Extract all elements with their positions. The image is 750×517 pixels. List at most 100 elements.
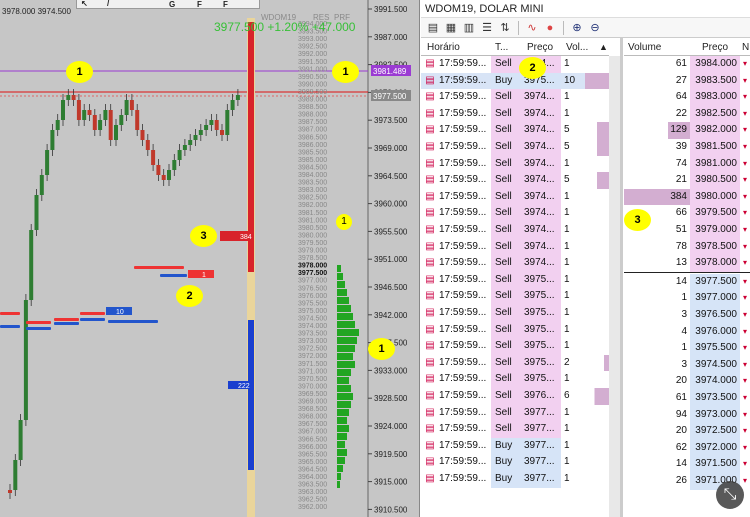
book-arrow-icon[interactable]: ▾: [740, 122, 750, 139]
chart-toolbar-f1[interactable]: F: [197, 0, 202, 9]
ask-row[interactable]: 129 3982.000 ▾: [624, 122, 750, 139]
ask-row[interactable]: 64 3983.000 ▾: [624, 89, 750, 106]
chart-toolbar-arrow-icon[interactable]: ↖: [81, 0, 88, 8]
sort-icon[interactable]: ⇅: [498, 21, 512, 35]
trade-row[interactable]: ▤ 17:59:59... Sell 3975... 2: [421, 354, 609, 372]
ask-row[interactable]: 13 3978.000 ▾: [624, 255, 750, 272]
trade-row[interactable]: ▤ 17:59:59... Sell 3974... 1: [421, 205, 609, 222]
chart-toolbar-pen-icon[interactable]: /: [107, 0, 109, 8]
trade-row[interactable]: ▤ 17:59:59... Sell 3974... 1: [421, 105, 609, 123]
sort-up-icon[interactable]: ▲: [599, 42, 608, 52]
book-arrow-icon[interactable]: ▾: [740, 307, 750, 324]
trade-row[interactable]: ▤ 17:59:59... Sell 3976... 6: [421, 388, 609, 405]
trade-row[interactable]: ▤ 17:59:59... Sell 3974... 1: [421, 238, 609, 256]
bid-row[interactable]: 1 3977.000 ▾: [624, 290, 750, 307]
trade-row[interactable]: ▤ 17:59:59... Sell 3974... 1: [421, 188, 609, 206]
table-icon[interactable]: ▦: [444, 21, 458, 35]
bid-row[interactable]: 62 3972.000 ▾: [624, 439, 750, 457]
trade-row[interactable]: ▤ 17:59:59... Sell 3975... 1: [421, 271, 609, 289]
col-book-volume[interactable]: Volume: [628, 42, 661, 53]
bid-row[interactable]: 3 3976.500 ▾: [624, 307, 750, 324]
trade-row[interactable]: ▤ 17:59:59... Sell 3975... 1: [421, 321, 609, 339]
trade-row[interactable]: ▤ 17:59:59... Buy 3977... 1: [421, 454, 609, 471]
trade-row[interactable]: ▤ 17:59:59... Sell 3975... 1: [421, 338, 609, 355]
book-arrow-icon[interactable]: ▾: [740, 274, 750, 291]
signal-icon[interactable]: ∿: [525, 21, 539, 35]
trade-row[interactable]: ▤ 17:59:59... Sell 3974... 5: [421, 139, 609, 156]
col-time[interactable]: Horário: [427, 42, 460, 53]
ask-row[interactable]: 74 3981.000 ▾: [624, 155, 750, 173]
bid-row[interactable]: 1 3975.500 ▾: [624, 340, 750, 357]
book-arrow-icon[interactable]: ▾: [740, 423, 750, 440]
book-arrow-icon[interactable]: ▾: [740, 189, 750, 206]
trade-row[interactable]: ▤ 17:59:59... Sell 3974... 1: [421, 56, 609, 73]
bid-row[interactable]: 61 3973.500 ▾: [624, 390, 750, 407]
ask-row[interactable]: 27 3983.500 ▾: [624, 72, 750, 90]
bid-row[interactable]: 20 3972.500 ▾: [624, 423, 750, 440]
book-arrow-icon[interactable]: ▾: [740, 89, 750, 106]
ask-row[interactable]: 78 3978.500 ▾: [624, 238, 750, 256]
ask-row[interactable]: 384 3980.000 ▾: [624, 188, 750, 206]
chart-toolbar-f2[interactable]: F: [223, 0, 228, 9]
ask-row[interactable]: 39 3981.500 ▾: [624, 139, 750, 156]
ask-row[interactable]: 21 3980.500 ▾: [624, 172, 750, 189]
trade-row[interactable]: ▤ 17:59:59... Buy 3977... 1: [421, 437, 609, 455]
zoom-fullscreen-icon[interactable]: ⤡: [716, 481, 744, 509]
book-arrow-icon[interactable]: ▾: [740, 373, 750, 390]
book-arrow-icon[interactable]: ▾: [740, 106, 750, 123]
book-arrow-icon[interactable]: ▾: [740, 73, 750, 90]
trade-row[interactable]: ▤ 17:59:59... Sell 3974... 5: [421, 172, 609, 189]
book-arrow-icon[interactable]: ▾: [740, 172, 750, 189]
zoom-out-icon[interactable]: ⊖: [588, 21, 602, 35]
bid-row[interactable]: 14 3977.500 ▾: [624, 273, 750, 291]
trade-row[interactable]: ▤ 17:59:59... Sell 3975... 1: [421, 288, 609, 305]
book-arrow-icon[interactable]: ▾: [740, 56, 750, 73]
book-arrow-icon[interactable]: ▾: [740, 255, 750, 272]
trade-row[interactable]: ▤ 17:59:59... Sell 3977... 1: [421, 421, 609, 438]
trade-row[interactable]: ▤ 17:59:59... Sell 3974... 1: [421, 255, 609, 272]
book-arrow-icon[interactable]: ▾: [740, 340, 750, 357]
bid-row[interactable]: 20 3974.000 ▾: [624, 373, 750, 390]
book-arrow-icon[interactable]: ▾: [740, 222, 750, 239]
trade-row[interactable]: ▤ 17:59:59... Buy 3975... 10: [421, 72, 609, 90]
bid-row[interactable]: 94 3973.000 ▾: [624, 406, 750, 424]
col-price[interactable]: Preço: [527, 42, 553, 53]
trade-row[interactable]: ▤ 17:59:59... Sell 3977... 1: [421, 404, 609, 422]
book-arrow-icon[interactable]: ▾: [740, 205, 750, 222]
col-type[interactable]: T...: [495, 42, 508, 53]
trade-row[interactable]: ▤ 17:59:59... Sell 3975... 1: [421, 305, 609, 322]
ask-row[interactable]: 61 3984.000 ▾: [624, 56, 750, 73]
trade-row[interactable]: ▤ 17:59:59... Sell 3974... 1: [421, 89, 609, 106]
trade-row[interactable]: ▤ 17:59:59... Buy 3977... 1: [421, 471, 609, 488]
bid-row[interactable]: 14 3971.500 ▾: [624, 456, 750, 473]
col-book-price[interactable]: Preço: [702, 42, 728, 53]
col-book-n[interactable]: N: [742, 42, 749, 53]
book-arrow-icon[interactable]: ▾: [740, 440, 750, 457]
book-arrow-icon[interactable]: ▾: [740, 139, 750, 156]
trade-row[interactable]: ▤ 17:59:59... Sell 3974... 1: [421, 155, 609, 173]
chart-icon[interactable]: ▤: [426, 21, 440, 35]
bid-row[interactable]: 4 3976.000 ▾: [624, 323, 750, 341]
list-icon[interactable]: ☰: [480, 21, 494, 35]
book-arrow-icon[interactable]: ▾: [740, 407, 750, 424]
book-arrow-icon[interactable]: ▾: [740, 290, 750, 307]
trades-scrollbar[interactable]: [609, 56, 620, 517]
trade-row[interactable]: ▤ 17:59:59... Sell 3974... 5: [421, 122, 609, 139]
grid-icon[interactable]: ▥: [462, 21, 476, 35]
book-arrow-icon[interactable]: ▾: [740, 156, 750, 173]
chart-toolbar-g[interactable]: G: [169, 0, 175, 9]
trade-row[interactable]: ▤ 17:59:59... Sell 3975... 1: [421, 371, 609, 388]
book-arrow-icon[interactable]: ▾: [740, 456, 750, 473]
pane-divider[interactable]: [620, 38, 623, 517]
trade-row[interactable]: ▤ 17:59:59... Sell 3974... 1: [421, 222, 609, 239]
filter-icon[interactable]: ●: [543, 21, 557, 35]
book-arrow-icon[interactable]: ▾: [740, 239, 750, 256]
zoom-in-icon[interactable]: ⊕: [570, 21, 584, 35]
bid-row[interactable]: 3 3974.500 ▾: [624, 356, 750, 374]
book-arrow-icon[interactable]: ▾: [740, 390, 750, 407]
ask-row[interactable]: 22 3982.500 ▾: [624, 105, 750, 123]
price-chart[interactable]: 3991.500 3987.000 3982.500 3978.000 3973.500…: [0, 0, 420, 517]
book-arrow-icon[interactable]: ▾: [740, 357, 750, 374]
book-arrow-icon[interactable]: ▾: [740, 324, 750, 341]
col-volume[interactable]: Vol...: [566, 42, 588, 53]
